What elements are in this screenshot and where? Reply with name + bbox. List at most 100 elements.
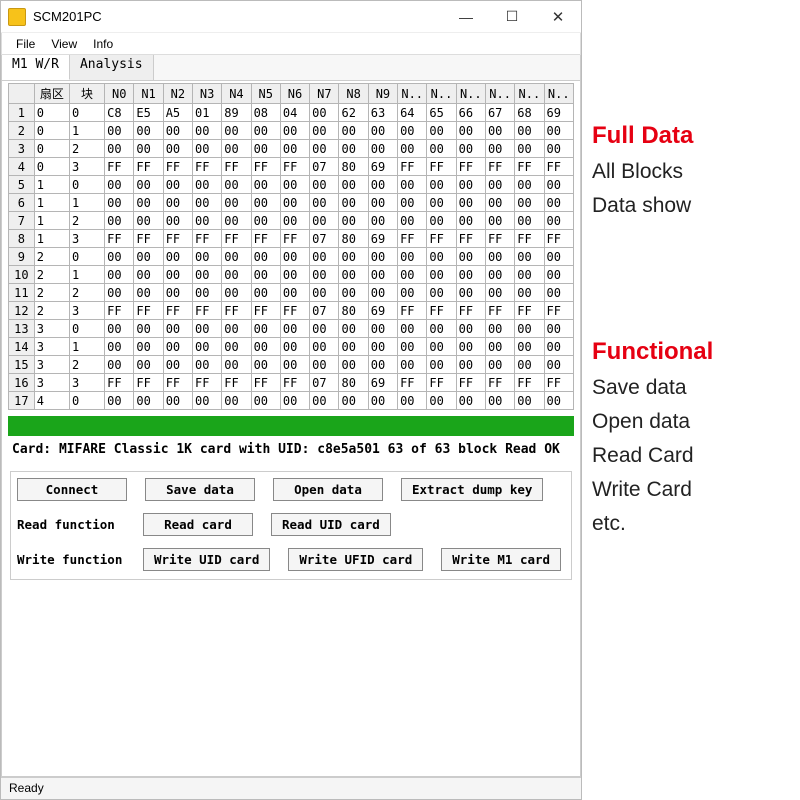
row-number[interactable]: 5 — [9, 176, 35, 194]
minimize-button[interactable]: — — [443, 1, 489, 33]
cell-byte[interactable]: 00 — [485, 284, 514, 302]
cell-byte[interactable]: 00 — [339, 266, 368, 284]
cell-byte[interactable]: 00 — [105, 140, 134, 158]
read-card-button[interactable]: Read card — [143, 513, 253, 536]
cell-sector[interactable]: 3 — [34, 374, 69, 392]
cell-byte[interactable]: 00 — [251, 212, 280, 230]
cell-byte[interactable]: FF — [105, 302, 134, 320]
cell-byte[interactable]: 00 — [515, 248, 544, 266]
cell-byte[interactable]: 00 — [192, 176, 221, 194]
cell-byte[interactable]: 00 — [485, 266, 514, 284]
menu-view[interactable]: View — [43, 36, 85, 52]
read-uid-card-button[interactable]: Read UID card — [271, 513, 391, 536]
cell-byte[interactable]: 00 — [310, 266, 339, 284]
tab-analysis[interactable]: Analysis — [70, 55, 154, 80]
cell-byte[interactable]: 00 — [280, 266, 309, 284]
cell-byte[interactable]: 00 — [339, 284, 368, 302]
cell-byte[interactable]: 00 — [339, 248, 368, 266]
col-byte[interactable]: N3 — [192, 84, 221, 104]
tab-m1wr[interactable]: M1 W/R — [2, 55, 70, 80]
cell-byte[interactable]: 00 — [368, 356, 397, 374]
cell-byte[interactable]: 00 — [163, 176, 192, 194]
cell-byte[interactable]: 00 — [427, 356, 456, 374]
cell-byte[interactable]: E5 — [134, 104, 163, 122]
cell-byte[interactable]: FF — [280, 302, 309, 320]
cell-byte[interactable]: FF — [515, 230, 544, 248]
cell-byte[interactable]: 00 — [163, 338, 192, 356]
write-ufid-card-button[interactable]: Write UFID card — [288, 548, 423, 571]
cell-byte[interactable]: 00 — [251, 194, 280, 212]
cell-byte[interactable]: 00 — [515, 140, 544, 158]
cell-byte[interactable]: 00 — [544, 284, 573, 302]
cell-byte[interactable]: FF — [544, 230, 573, 248]
cell-byte[interactable]: 00 — [485, 176, 514, 194]
cell-byte[interactable]: 69 — [544, 104, 573, 122]
cell-byte[interactable]: 00 — [105, 248, 134, 266]
cell-byte[interactable]: 00 — [192, 356, 221, 374]
cell-byte[interactable]: 00 — [427, 284, 456, 302]
cell-byte[interactable]: 00 — [280, 356, 309, 374]
cell-byte[interactable]: 00 — [515, 194, 544, 212]
row-number[interactable]: 13 — [9, 320, 35, 338]
table-row[interactable]: 30200000000000000000000000000000000 — [9, 140, 574, 158]
cell-byte[interactable]: 00 — [544, 248, 573, 266]
cell-byte[interactable]: 00 — [222, 392, 251, 410]
cell-byte[interactable]: FF — [544, 302, 573, 320]
cell-byte[interactable]: 00 — [280, 194, 309, 212]
cell-byte[interactable]: 00 — [544, 338, 573, 356]
cell-byte[interactable]: 00 — [192, 266, 221, 284]
cell-byte[interactable]: 00 — [251, 140, 280, 158]
cell-byte[interactable]: 00 — [280, 392, 309, 410]
cell-byte[interactable]: 00 — [310, 248, 339, 266]
cell-byte[interactable]: 80 — [339, 374, 368, 392]
cell-byte[interactable]: 00 — [310, 194, 339, 212]
cell-block[interactable]: 3 — [69, 230, 104, 248]
cell-sector[interactable]: 1 — [34, 212, 69, 230]
cell-byte[interactable]: 00 — [280, 176, 309, 194]
cell-byte[interactable]: 00 — [339, 320, 368, 338]
cell-sector[interactable]: 0 — [34, 140, 69, 158]
table-row[interactable]: 102100000000000000000000000000000000 — [9, 266, 574, 284]
cell-byte[interactable]: 00 — [427, 140, 456, 158]
cell-byte[interactable]: 00 — [310, 356, 339, 374]
cell-byte[interactable]: 00 — [544, 266, 573, 284]
cell-byte[interactable]: 00 — [163, 194, 192, 212]
cell-block[interactable]: 0 — [69, 104, 104, 122]
cell-byte[interactable]: FF — [134, 230, 163, 248]
cell-byte[interactable]: 07 — [310, 374, 339, 392]
cell-byte[interactable]: 00 — [310, 140, 339, 158]
cell-byte[interactable]: 00 — [398, 338, 427, 356]
col-block[interactable]: 块 — [69, 84, 104, 104]
cell-byte[interactable]: 00 — [515, 122, 544, 140]
cell-byte[interactable]: 00 — [339, 122, 368, 140]
cell-byte[interactable]: 00 — [427, 176, 456, 194]
col-byte[interactable]: N.. — [485, 84, 514, 104]
cell-byte[interactable]: 00 — [163, 266, 192, 284]
table-row[interactable]: 100C8E5A501890804006263646566676869 — [9, 104, 574, 122]
table-row[interactable]: 20100000000000000000000000000000000 — [9, 122, 574, 140]
cell-byte[interactable]: 00 — [105, 194, 134, 212]
cell-byte[interactable]: 00 — [222, 320, 251, 338]
cell-block[interactable]: 0 — [69, 248, 104, 266]
cell-byte[interactable]: FF — [398, 230, 427, 248]
cell-byte[interactable]: 00 — [485, 392, 514, 410]
cell-byte[interactable]: 00 — [339, 356, 368, 374]
row-number[interactable]: 10 — [9, 266, 35, 284]
cell-byte[interactable]: 00 — [368, 140, 397, 158]
cell-byte[interactable]: 00 — [515, 338, 544, 356]
cell-byte[interactable]: 00 — [427, 320, 456, 338]
cell-byte[interactable]: FF — [192, 158, 221, 176]
cell-sector[interactable]: 1 — [34, 176, 69, 194]
cell-byte[interactable]: 00 — [310, 320, 339, 338]
cell-byte[interactable]: 00 — [427, 266, 456, 284]
cell-byte[interactable]: 00 — [339, 212, 368, 230]
cell-byte[interactable]: FF — [105, 158, 134, 176]
cell-sector[interactable]: 1 — [34, 230, 69, 248]
cell-block[interactable]: 1 — [69, 338, 104, 356]
cell-byte[interactable]: A5 — [163, 104, 192, 122]
cell-byte[interactable]: FF — [163, 302, 192, 320]
table-row[interactable]: 1633FFFFFFFFFFFFFF078069FFFFFFFFFFFF — [9, 374, 574, 392]
cell-byte[interactable]: FF — [192, 374, 221, 392]
col-byte[interactable]: N6 — [280, 84, 309, 104]
cell-byte[interactable]: FF — [134, 302, 163, 320]
